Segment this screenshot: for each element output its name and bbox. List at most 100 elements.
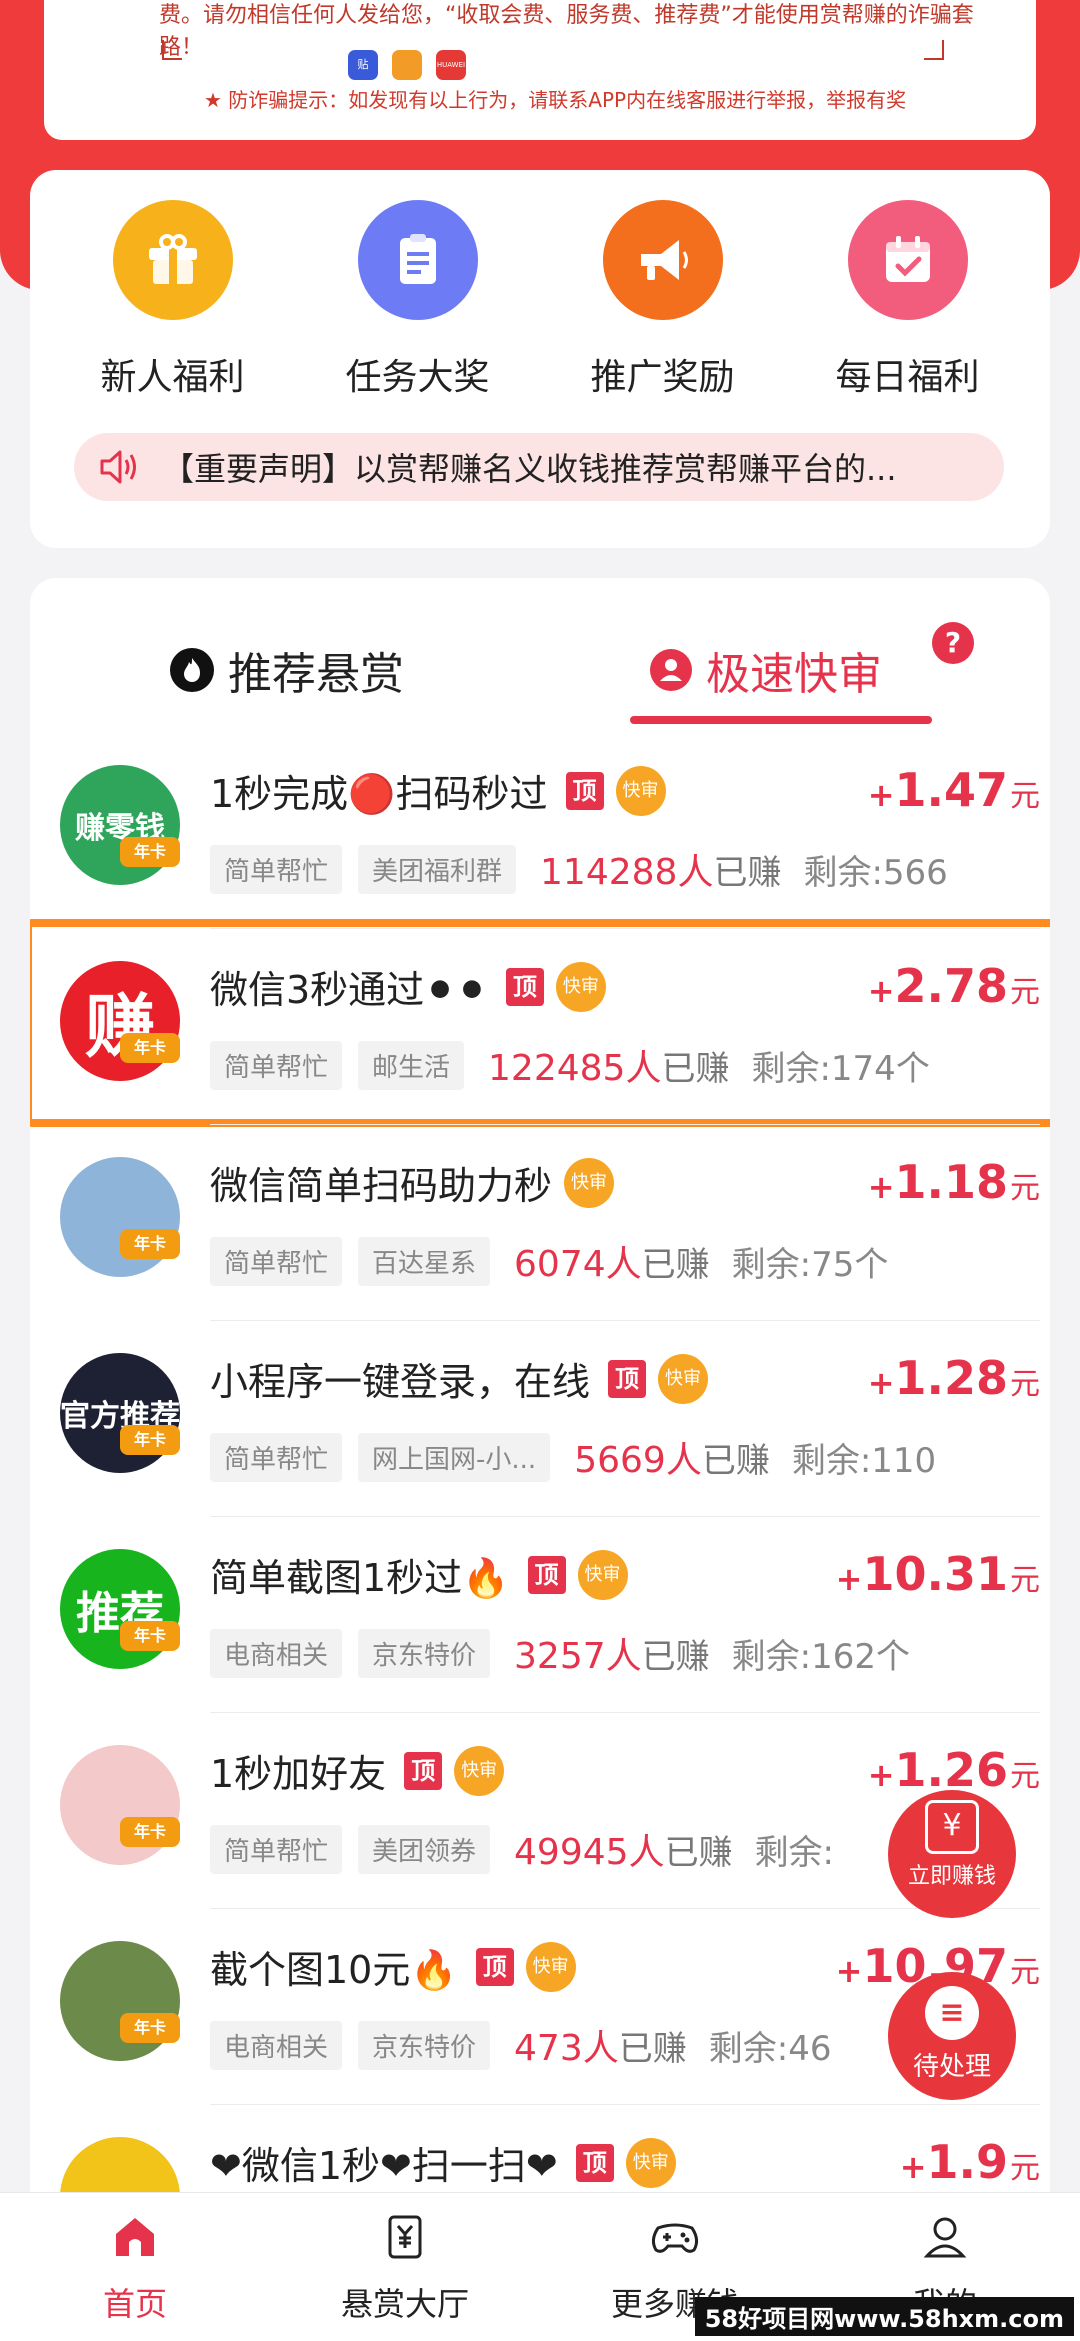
notice-corner-left: [162, 40, 182, 60]
task-meta: 简单帮忙 美团福利群 114288人 已赚 剩余:566: [210, 843, 948, 895]
reward-unit: 元: [1010, 1563, 1040, 1598]
quick-entry-label: 推广奖励: [590, 357, 735, 398]
reward-plus: +: [835, 1560, 863, 1598]
reward-plus: +: [835, 1952, 863, 1990]
task-row[interactable]: 年卡 微信简单扫码助力秒 快审 +1.18 元简单帮忙 百达星系 6074人 已赚 剩余:75个: [30, 1125, 1050, 1321]
earned-suffix: 已赚: [641, 1244, 710, 1285]
anti-fraud-notice: 费。请勿相信任何人发给您，“收取会费、服务费、推荐费”才能使用赏帮赚的诈骗套路！…: [44, 0, 1036, 140]
tab-fast-review[interactable]: 极速快审: [650, 638, 882, 702]
top-tag: 顶: [565, 771, 604, 810]
highlight-box: [30, 919, 1050, 1127]
category-chip: 美团福利群: [358, 844, 517, 894]
task-row[interactable]: 赚零钱 年卡 1秒完成🔴扫码秒过顶快审 +1.47 元简单帮忙 美团福利群 114288人已…: [30, 733, 1050, 929]
task-avatar: 赚零钱 年卡: [60, 765, 180, 885]
task-title-line: 微信3秒通过⚫⚫ 顶快审: [210, 959, 606, 1014]
remaining-count: 剩余:75个: [731, 1244, 889, 1285]
task-avatar: 年卡: [60, 1745, 180, 1865]
notice-text: 费。请勿相信任何人发给您，“收取会费、服务费、推荐费”才能使用赏帮赚的诈骗套路！: [159, 3, 974, 60]
task-title: 1秒完成🔴扫码秒过: [210, 772, 548, 816]
task-row[interactable]: 官方推荐 年卡 小程序一键登录，在线顶快审 +1.28 元简单帮忙 网上国网-小... 56…: [30, 1321, 1050, 1517]
earned-count: 473人: [514, 2028, 619, 2069]
category-chip: 简单帮忙: [210, 1040, 343, 1090]
task-meta: 电商相关 京东特价 473人 已赚 剩余:46: [210, 2019, 831, 2071]
task-reward: +10.31 元: [836, 1547, 1040, 1601]
earned-suffix: 已赚: [661, 1048, 730, 1089]
year-card-badge: 年卡: [120, 1817, 180, 1847]
fast-review-badge: 快审: [454, 1745, 505, 1796]
task-title: ❤微信1秒❤扫一扫❤: [210, 2144, 558, 2188]
avatar-image: 推荐: [60, 1549, 180, 1669]
year-card-badge: 年卡: [120, 1229, 180, 1259]
tab-label: 极速快审: [706, 649, 882, 700]
nav-home[interactable]: 首页: [35, 2193, 235, 2341]
watermark: 58好项目网www.58hxm.com: [694, 2297, 1074, 2336]
help-icon[interactable]: ?: [932, 622, 974, 664]
earn-now-button[interactable]: ¥ 立即赚钱: [888, 1790, 1016, 1918]
nav-reward-hall[interactable]: 悬赏大厅: [305, 2193, 505, 2341]
task-title: 简单截图1秒过🔥: [210, 1556, 510, 1600]
task-avatar: 年卡: [60, 1157, 180, 1277]
category-chip: 百达星系: [358, 1236, 491, 1286]
earn-now-label: 立即赚钱: [907, 1864, 996, 1889]
category-chip: 简单帮忙: [210, 844, 343, 894]
reward-amount: 1.18: [894, 1155, 1009, 1209]
fast-review-badge: 快审: [555, 961, 606, 1012]
reward-amount: 1.26: [894, 1743, 1009, 1797]
brand-icons: 贴 HUAWEI: [348, 50, 466, 80]
reward-unit: 元: [1010, 2151, 1040, 2186]
task-title-line: 截个图10元🔥 顶快审: [210, 1939, 576, 1994]
task-title: 截个图10元🔥: [210, 1948, 458, 1992]
task-row[interactable]: 赚年卡 微信3秒通过⚫⚫ 顶快审 +2.78 元简单帮忙 邮生活 122485人 已赚 剩余:1…: [30, 919, 1050, 1127]
reward-unit: 元: [1010, 975, 1040, 1010]
calendar-check-icon: [847, 200, 968, 320]
top-tag: 顶: [505, 967, 544, 1006]
reward-unit: 元: [1010, 1955, 1040, 1990]
reward-plus: +: [867, 972, 895, 1010]
avatar-image: 赚: [60, 961, 180, 1081]
reward-unit: 元: [1010, 1759, 1040, 1794]
quick-entry-promotion[interactable]: 推广奖励: [563, 200, 763, 400]
remaining-count: 剩余:110: [791, 1440, 937, 1481]
avatar-image: 官方推荐: [60, 1353, 180, 1473]
fast-review-badge: 快审: [615, 765, 666, 816]
pending-button[interactable]: ≡ 待处理: [888, 1972, 1016, 2100]
task-title-line: ❤微信1秒❤扫一扫❤ 顶快审: [210, 2135, 676, 2190]
fast-review-badge: 快审: [658, 1353, 709, 1404]
yen-icon: ¥: [925, 1800, 979, 1854]
tab-recommend[interactable]: 推荐悬赏: [170, 638, 404, 702]
reward-unit: 元: [1010, 779, 1040, 814]
reward-plus: +: [867, 1168, 895, 1206]
category-chip: 电商相关: [210, 1628, 343, 1678]
top-tag: 顶: [404, 1751, 443, 1790]
remaining-count: 剩余:162个: [731, 1636, 911, 1677]
task-meta: 简单帮忙 网上国网-小... 5669人 已赚 剩余:110: [210, 1431, 936, 1483]
task-title-line: 1秒完成🔴扫码秒过顶快审: [210, 763, 666, 818]
task-title-line: 1秒加好友顶快审: [210, 1743, 505, 1798]
quick-entry-label: 新人福利: [100, 357, 245, 398]
gift-icon: [112, 200, 233, 320]
category-chip: 京东特价: [358, 2020, 491, 2070]
avatar-image: [60, 1745, 180, 1865]
megaphone-icon: [602, 200, 723, 320]
category-chip: 网上国网-小...: [358, 1432, 551, 1482]
year-card-badge: 年卡: [120, 1033, 180, 1063]
remaining-count: 剩余:: [754, 1832, 835, 1873]
remaining-count: 剩余:174个: [751, 1048, 930, 1089]
announcement-text: 【重要声明】以赏帮赚名义收钱推荐赏帮赚平台的...: [162, 450, 897, 488]
task-reward: +1.28 元: [868, 1351, 1040, 1405]
task-reward: +2.78 元: [868, 959, 1040, 1013]
year-card-badge: 年卡: [120, 2013, 180, 2043]
notice-corner-right: [924, 40, 944, 60]
earned-suffix: 已赚: [641, 1636, 710, 1677]
reward-plus: +: [867, 776, 895, 814]
avatar-image: [60, 1157, 180, 1277]
category-chip: 简单帮忙: [210, 1824, 343, 1874]
task-row[interactable]: 推荐 年卡 简单截图1秒过🔥 顶快审 +10.31 元电商相关 京东特价 3257人 已赚 剩余:…: [30, 1517, 1050, 1713]
announcement-bar[interactable]: 【重要声明】以赏帮赚名义收钱推荐赏帮赚平台的...: [74, 433, 1004, 501]
quick-entry-daily[interactable]: 每日福利: [808, 200, 1008, 400]
category-chip: 京东特价: [358, 1628, 491, 1678]
quick-entry-task-prize[interactable]: 任务大奖: [318, 200, 518, 400]
quick-entry-newcomer[interactable]: 新人福利: [73, 200, 273, 400]
fast-review-badge: 快审: [625, 2137, 676, 2188]
task-title-line: 微信简单扫码助力秒 快审: [210, 1155, 615, 1210]
